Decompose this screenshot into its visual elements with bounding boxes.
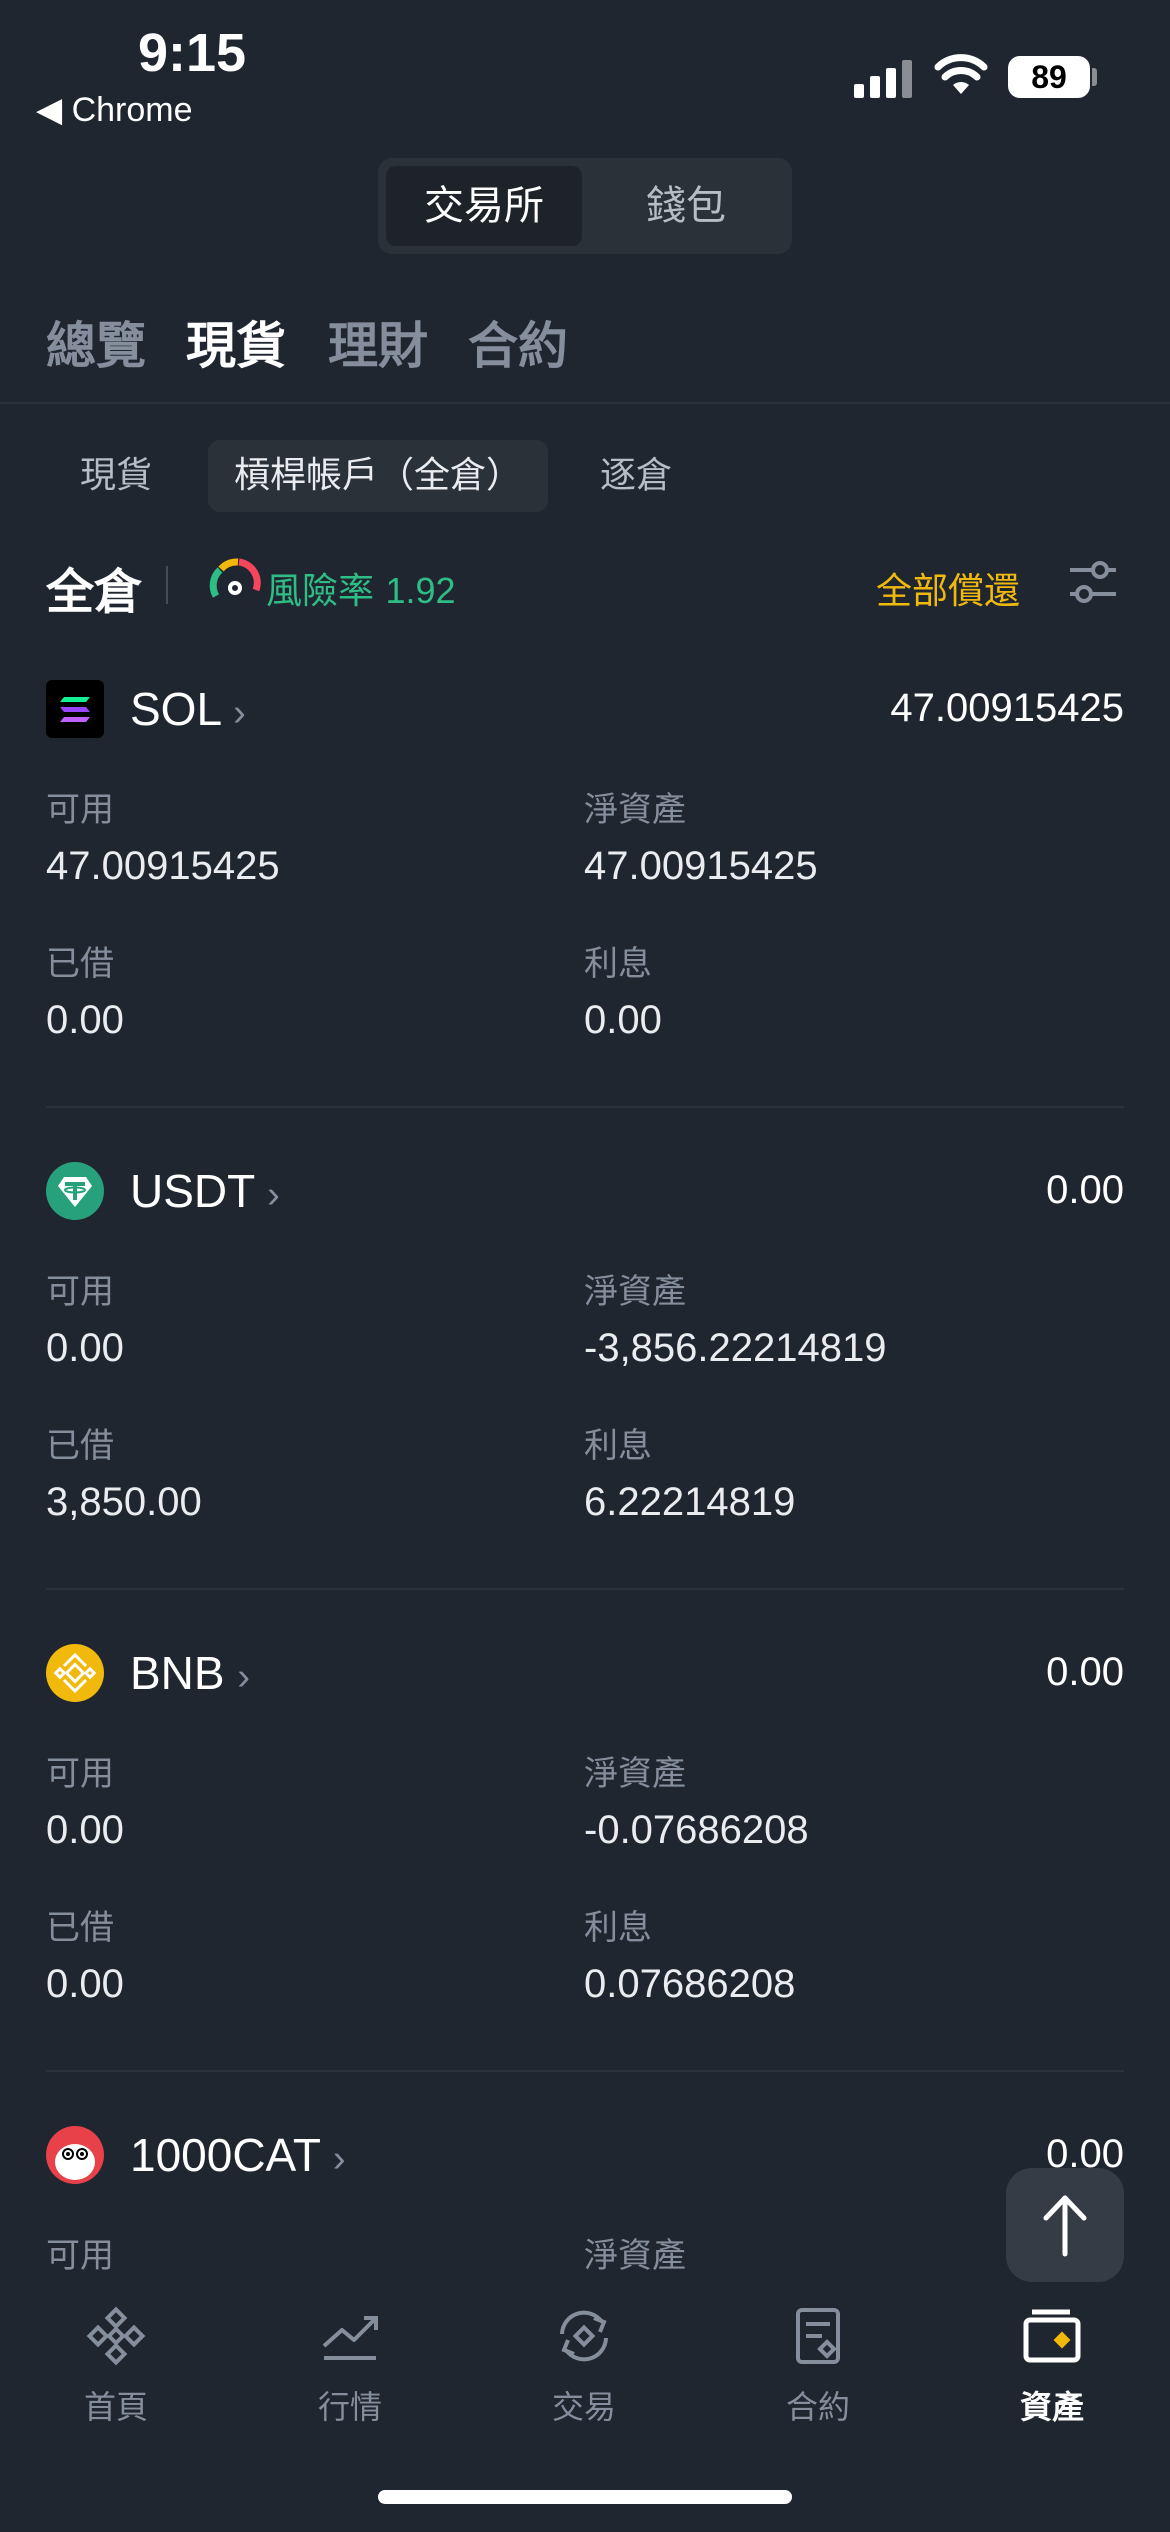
coin-name-link[interactable]: 1000CAT › xyxy=(130,2128,346,2182)
subtab-isolated[interactable]: 逐倉 xyxy=(600,440,672,512)
markets-icon xyxy=(322,2316,378,2360)
asset-divider xyxy=(46,1106,1124,1108)
chevron-right-icon: › xyxy=(267,1174,280,1216)
home-icon xyxy=(86,2306,146,2366)
available-value: 0.00 xyxy=(46,1326,124,1370)
cat-coin-icon xyxy=(46,2126,104,2184)
repay-all-button[interactable]: 全部償還 xyxy=(876,562,1020,614)
available-label: 可用 xyxy=(46,1754,114,1794)
tab-spot[interactable]: 現貨 xyxy=(186,306,286,378)
home-indicator xyxy=(378,2490,792,2504)
nav-label: 交易 xyxy=(551,2388,616,2426)
available-label: 可用 xyxy=(46,2236,114,2276)
nav-label: 合約 xyxy=(785,2388,850,2426)
back-to-chrome-link[interactable]: ◀ Chrome xyxy=(36,90,193,130)
tab-futures[interactable]: 合約 xyxy=(468,306,568,378)
sol-coin-icon xyxy=(46,680,104,738)
available-value: 0.00 xyxy=(46,1808,124,1852)
borrowed-label: 已借 xyxy=(46,1426,114,1466)
coin-total: 0.00 xyxy=(1046,1168,1124,1212)
coin-name-link[interactable]: SOL › xyxy=(130,682,246,736)
battery-indicator: 89 xyxy=(1008,56,1090,98)
nav-label: 首頁 xyxy=(83,2388,148,2426)
usdt-coin-icon xyxy=(46,1162,104,1220)
coin-symbol: USDT xyxy=(130,1165,255,1217)
status-time: 9:15 xyxy=(138,23,247,83)
risk-ratio[interactable]: 風險率 1.92 xyxy=(266,562,456,614)
filter-icon[interactable] xyxy=(1068,558,1118,606)
nav-label: 行情 xyxy=(317,2388,382,2426)
interest-value: 6.22214819 xyxy=(584,1480,796,1524)
cellular-signal-icon xyxy=(854,58,914,98)
arrow-up-icon xyxy=(1043,2195,1087,2257)
bnb-coin-icon xyxy=(46,1644,104,1702)
nav-futures[interactable]: 合約 xyxy=(728,2304,908,2428)
net-asset-value: 47.00915425 xyxy=(584,844,818,888)
net-asset-label: 淨資產 xyxy=(584,1272,686,1312)
borrowed-value: 0.00 xyxy=(46,998,124,1042)
asset-divider xyxy=(46,2070,1124,2072)
cross-margin-title: 全倉 xyxy=(46,564,143,620)
borrowed-label: 已借 xyxy=(46,1908,114,1948)
tabs-divider xyxy=(0,402,1170,404)
chevron-right-icon: › xyxy=(332,2138,346,2180)
exchange-wallet-switch: 交易所 錢包 xyxy=(378,158,792,254)
net-asset-label: 淨資產 xyxy=(584,1754,686,1794)
scroll-to-top-button[interactable] xyxy=(1006,2168,1124,2282)
risk-value: 1.92 xyxy=(385,570,456,611)
wifi-icon xyxy=(934,54,988,94)
interest-label: 利息 xyxy=(584,1426,652,1466)
coin-symbol: 1000CAT xyxy=(130,2129,321,2181)
trade-icon xyxy=(560,2310,608,2362)
status-bar: 9:15 ◀ Chrome 89 xyxy=(0,0,1170,140)
net-asset-label: 淨資產 xyxy=(584,2236,686,2276)
interest-value: 0.07686208 xyxy=(584,1962,796,2006)
borrowed-value: 3,850.00 xyxy=(46,1480,202,1524)
available-label: 可用 xyxy=(46,790,114,830)
coin-name-link[interactable]: BNB › xyxy=(130,1646,250,1700)
asset-divider xyxy=(46,1588,1124,1590)
futures-icon xyxy=(796,2308,840,2364)
subtab-cross-margin[interactable]: 槓桿帳戶（全倉） xyxy=(208,440,549,512)
chevron-right-icon: › xyxy=(237,1656,251,1698)
nav-markets[interactable]: 行情 xyxy=(260,2304,440,2428)
risk-label: 風險率 xyxy=(266,571,375,612)
net-asset-value: -3,856.22214819 xyxy=(584,1326,887,1370)
subtab-spot[interactable]: 現貨 xyxy=(80,440,152,512)
borrowed-value: 0.00 xyxy=(46,1962,124,2006)
interest-value: 0.00 xyxy=(584,998,662,1042)
battery-tip-icon xyxy=(1092,68,1097,86)
nav-label: 資產 xyxy=(1019,2388,1084,2426)
available-label: 可用 xyxy=(46,1272,114,1312)
nav-home[interactable]: 首頁 xyxy=(26,2304,206,2428)
available-value: 47.00915425 xyxy=(46,844,280,888)
coin-total: 47.00915425 xyxy=(890,686,1124,730)
coin-total: 0.00 xyxy=(1046,1650,1124,1694)
tab-earn[interactable]: 理財 xyxy=(328,306,428,378)
interest-label: 利息 xyxy=(584,944,652,984)
header-divider xyxy=(166,566,168,604)
tab-overview[interactable]: 總覽 xyxy=(46,306,146,378)
borrowed-label: 已借 xyxy=(46,944,114,984)
nav-trade[interactable]: 交易 xyxy=(494,2304,674,2428)
segment-wallet[interactable]: 錢包 xyxy=(588,166,784,246)
risk-gauge-icon xyxy=(209,558,261,598)
segment-exchange[interactable]: 交易所 xyxy=(386,166,582,246)
wallet-icon xyxy=(1023,2309,1081,2363)
coin-symbol: SOL xyxy=(130,683,221,735)
net-asset-value: -0.07686208 xyxy=(584,1808,809,1852)
nav-assets[interactable]: 資產 xyxy=(962,2304,1142,2428)
coin-symbol: BNB xyxy=(130,1647,225,1699)
net-asset-label: 淨資產 xyxy=(584,790,686,830)
chevron-right-icon: › xyxy=(233,692,246,734)
interest-label: 利息 xyxy=(584,1908,652,1948)
coin-name-link[interactable]: USDT › xyxy=(130,1164,280,1218)
